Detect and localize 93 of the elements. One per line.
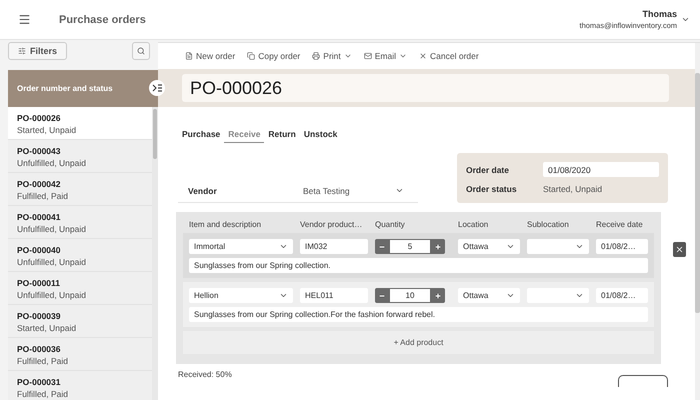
order-number: PO-000043 [17, 146, 62, 156]
vendor-product-field[interactable]: IM032 [300, 239, 368, 254]
chevron-down-icon [279, 291, 288, 300]
tab[interactable]: Purchase [178, 127, 224, 143]
product-row[interactable]: Hellion HEL011 − 10 + Ottawa 01/08/2… Sunglasses from our Spring collection.For the fashion forward rebel. [183, 282, 654, 327]
column-header: Sublocation [527, 220, 570, 229]
order-list-item[interactable]: PO-000011 Unfulfilled, Unpaid [8, 272, 152, 305]
tab[interactable]: Receive [224, 127, 264, 143]
filters-button[interactable]: Filters [8, 42, 68, 60]
user-name: Thomas [642, 9, 677, 19]
order-list-item[interactable]: PO-000026 Started, Unpaid [8, 107, 152, 140]
order-list-item[interactable]: PO-000031 Fulfilled, Paid [8, 371, 152, 400]
search-icon [137, 47, 145, 55]
order-list-item[interactable]: PO-000039 Started, Unpaid [8, 305, 152, 338]
order-list-item[interactable]: PO-000043 Unfulfilled, Unpaid [8, 140, 152, 173]
decrement-button[interactable]: − [375, 288, 389, 303]
chevron-down-icon [506, 291, 515, 300]
collapse-panel-icon[interactable] [149, 80, 165, 96]
order-status: Started, Unpaid [17, 125, 78, 135]
order-status-value: Started, Unpaid [543, 184, 604, 194]
mail-icon [364, 52, 372, 60]
item-select[interactable]: Hellion [189, 288, 293, 303]
toolbar-button[interactable]: Print [312, 51, 352, 61]
order-list-item[interactable]: PO-000040 Unfulfilled, Unpaid [8, 239, 152, 272]
order-status: Unfulfilled, Unpaid [17, 290, 87, 300]
toolbar-button[interactable]: Email [364, 51, 408, 61]
order-number: PO-000039 [17, 311, 62, 321]
received-text: Received: 50% [178, 370, 232, 379]
order-status: Unfulfilled, Unpaid [17, 257, 87, 267]
increment-button[interactable]: + [431, 239, 445, 254]
print-icon [312, 52, 320, 60]
quantity-field[interactable]: 10 [389, 288, 431, 303]
column-header: Receive date [596, 220, 644, 229]
chevron-down-icon[interactable] [681, 15, 690, 24]
column-header: Quantity [375, 220, 406, 229]
chevron-down-icon [575, 242, 584, 251]
sliders-icon [18, 47, 26, 55]
order-number: PO-000040 [17, 245, 62, 255]
close-icon [419, 52, 428, 60]
order-list-item[interactable]: PO-000036 Fulfilled, Paid [8, 338, 152, 371]
tab[interactable]: Return [264, 127, 300, 143]
decrement-button[interactable]: − [375, 239, 389, 254]
chevron-down-icon [575, 291, 584, 300]
order-status: Fulfilled, Paid [17, 389, 70, 399]
list-heading: Order number and status [17, 84, 113, 93]
order-list-item[interactable]: PO-000042 Fulfilled, Paid [8, 173, 152, 206]
file-icon [185, 52, 193, 60]
order-number: PO-000031 [17, 377, 62, 387]
increment-button[interactable]: + [431, 288, 445, 303]
page-title: Purchase orders [59, 14, 146, 26]
order-status: Fulfilled, Paid [17, 356, 70, 366]
toolbar-button[interactable]: Cancel order [419, 51, 479, 61]
close-icon [675, 245, 684, 254]
toolbar-button[interactable]: New order [185, 51, 236, 61]
close-button[interactable] [673, 242, 686, 257]
order-number: PO-000041 [17, 212, 62, 222]
order-date-field[interactable]: 01/08/2020 [543, 162, 659, 177]
chevron-down-icon [279, 242, 288, 251]
location-select[interactable]: Ottawa [458, 239, 520, 254]
order-status: Fulfilled, Paid [17, 191, 70, 201]
order-list-item[interactable]: PO-000041 Unfulfilled, Unpaid [8, 206, 152, 239]
receive-date-field[interactable]: 01/08/2… [596, 239, 648, 254]
toolbar-button[interactable]: Copy order [247, 51, 300, 61]
chevron-down-icon [506, 242, 515, 251]
order-title-field[interactable]: PO-000026 [182, 74, 669, 102]
item-select[interactable]: Immortal [189, 239, 293, 254]
column-header: Item and description [189, 220, 262, 229]
tab[interactable]: Unstock [300, 127, 342, 143]
order-number: PO-000011 [17, 278, 62, 288]
chevron-down-icon [395, 186, 404, 195]
search-button[interactable] [132, 42, 150, 60]
order-status: Unfulfilled, Unpaid [17, 224, 87, 234]
description-field[interactable]: Sunglasses from our Spring collection.For the fashion forward rebel. [189, 307, 648, 322]
field-label: Order date [466, 164, 510, 174]
menu-icon[interactable] [18, 13, 31, 26]
description-field[interactable]: Sunglasses from our Spring collection. [189, 258, 648, 273]
order-number: PO-000026 [17, 113, 62, 123]
order-status: Unfulfilled, Unpaid [17, 158, 87, 168]
column-header: Location [458, 220, 490, 229]
vendor-select[interactable]: Vendor Beta Testing [178, 179, 418, 203]
product-row[interactable]: Immortal IM032 − 5 + Ottawa 01/08/2… Sunglasses from our Spring collection. [183, 233, 654, 278]
field-label: Order status [466, 184, 518, 194]
copy-icon [247, 52, 256, 60]
order-status: Started, Unpaid [17, 323, 78, 333]
receive-date-field[interactable]: 01/08/2… [596, 288, 648, 303]
order-number: PO-000036 [17, 344, 62, 354]
column-header: Vendor product… [300, 220, 364, 229]
order-number: PO-000042 [17, 179, 62, 189]
vendor-product-field[interactable]: HEL011 [300, 288, 368, 303]
location-select[interactable]: Ottawa [458, 288, 520, 303]
add-product-button[interactable]: + Add product [183, 331, 654, 354]
quantity-field[interactable]: 5 [389, 239, 431, 254]
outline-button[interactable] [618, 375, 668, 387]
